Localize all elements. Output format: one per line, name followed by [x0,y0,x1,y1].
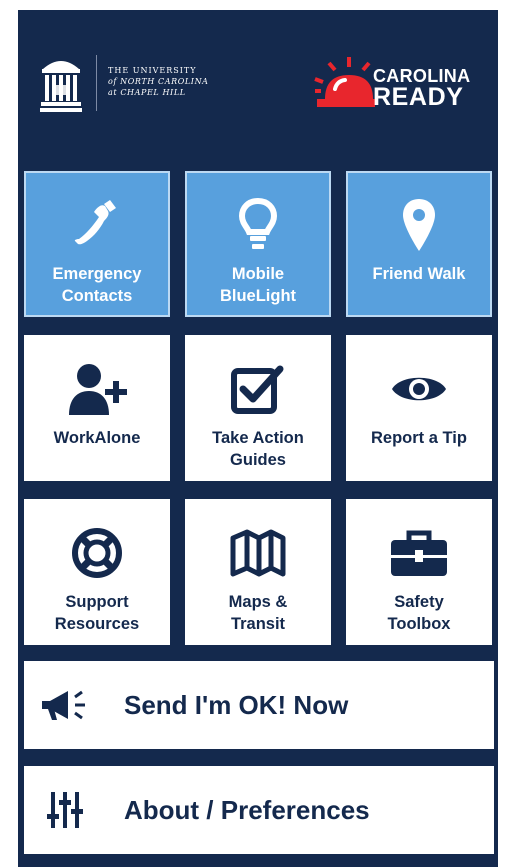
life-ring-icon [72,528,122,578]
brand-line-2: READY [373,83,464,111]
header: THE UNIVERSITY of NORTH CAROLINA at CHAP… [18,10,498,170]
tile-label: Report a Tip [371,429,467,447]
tile-label: Emergency Contacts [52,265,142,305]
about-preferences-button[interactable]: About / Preferences [24,766,494,854]
megaphone-icon [42,690,85,720]
phone-icon [74,200,116,245]
maps-transit-tile[interactable]: Maps & Transit [185,499,331,645]
friend-walk-tile[interactable]: Friend Walk [346,171,492,317]
about-preferences-label: About / Preferences [124,794,370,825]
unc-wordmark: THE UNIVERSITY of NORTH CAROLINA at CHAP… [108,65,209,98]
unc-line-2: of NORTH CAROLINA [108,77,209,86]
mobile-bluelight-tile[interactable]: Mobile BlueLight [185,171,331,317]
send-im-ok-label: Send I'm OK! Now [124,689,349,720]
checkbox-icon [231,365,284,414]
tile-label: Take Action Guides [212,429,304,469]
map-pin-icon [403,199,435,251]
siren-icon [314,57,375,107]
add-person-icon [69,364,127,415]
tile-label: WorkAlone [53,429,141,447]
unc-line-1: THE UNIVERSITY [108,66,197,75]
eye-icon [392,377,446,401]
workalone-tile[interactable]: WorkAlone [24,335,170,481]
report-a-tip-tile[interactable]: Report a Tip [346,335,492,481]
safety-toolbox-tile[interactable]: Safety Toolbox [346,499,492,645]
tile-label: Maps & Transit [228,593,288,633]
toolbox-icon [391,530,447,576]
send-im-ok-button[interactable]: Send I'm OK! Now [24,661,494,749]
old-well-logo [40,61,82,112]
unc-line-3: at CHAPEL HILL [108,88,186,97]
support-resources-tile[interactable]: Support Resources [24,499,170,645]
tile-label: Friend Walk [372,265,466,283]
tile-label: Mobile BlueLight [219,265,297,305]
emergency-contacts-tile[interactable]: Emergency Contacts [24,171,170,317]
app-screen: THE UNIVERSITY of NORTH CAROLINA at CHAP… [18,10,498,867]
sliders-icon [47,792,83,828]
take-action-guides-tile[interactable]: Take Action Guides [185,335,331,481]
tile-label: Support Resources [54,593,140,633]
carolina-ready-logo: CAROLINA READY [313,55,483,117]
tile-label: Safety Toolbox [387,593,451,633]
carolina-ready-wordmark: CAROLINA READY [373,67,470,110]
map-icon [230,529,286,577]
lightbulb-icon [238,197,278,249]
logo-divider [96,55,97,111]
